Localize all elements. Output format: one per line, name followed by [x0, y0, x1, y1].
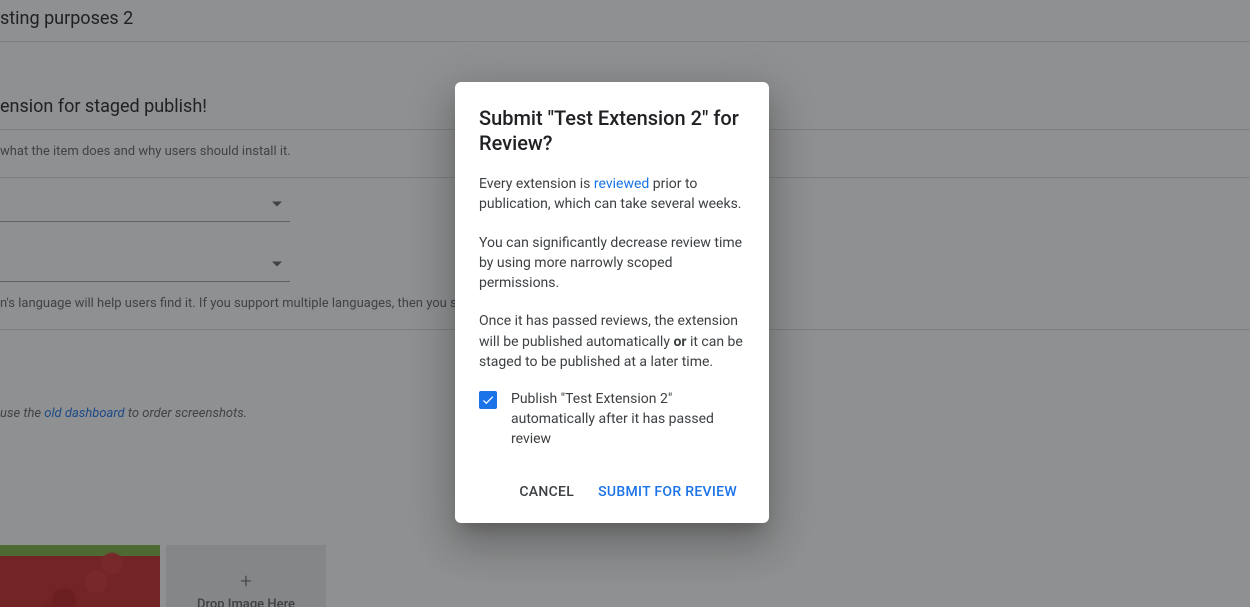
dialog-paragraph-1: Every extension is reviewed prior to pub…: [479, 174, 745, 215]
auto-publish-label: Publish "Test Extension 2" automatically…: [511, 390, 745, 449]
check-icon: [481, 393, 495, 407]
dialog-title: Submit "Test Extension 2" for Review?: [479, 106, 745, 156]
reviewed-link[interactable]: reviewed: [594, 176, 649, 192]
dialog-paragraph-3: Once it has passed reviews, the extensio…: [479, 311, 745, 372]
auto-publish-checkbox[interactable]: [479, 391, 497, 409]
submit-review-dialog: Submit "Test Extension 2" for Review? Ev…: [455, 82, 769, 523]
dialog-paragraph-2: You can significantly decrease review ti…: [479, 233, 745, 294]
cancel-button[interactable]: CANCEL: [511, 477, 582, 507]
dialog-p3-strong: or: [673, 334, 686, 350]
submit-for-review-button[interactable]: SUBMIT FOR REVIEW: [590, 477, 745, 507]
dialog-p1-before: Every extension is: [479, 176, 594, 192]
